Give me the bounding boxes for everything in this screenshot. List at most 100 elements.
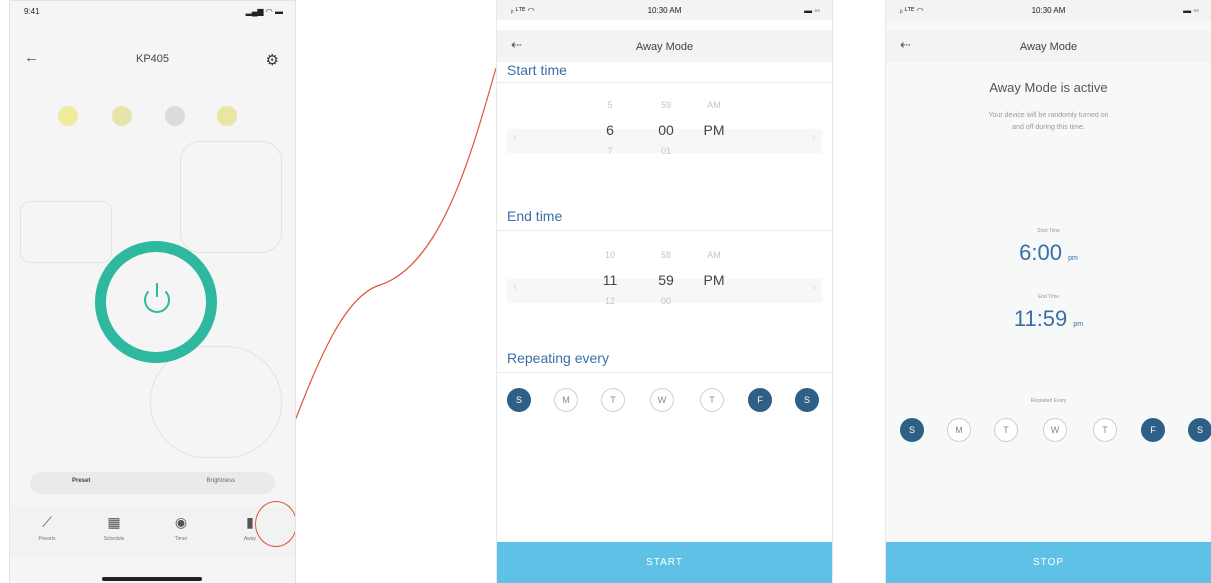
bulb-dot-2[interactable]	[112, 106, 132, 126]
end-time-number: 11:59	[1013, 306, 1068, 331]
bg-decoration	[20, 201, 112, 263]
minute-next: 01	[660, 146, 671, 156]
day-thursday[interactable]: T	[700, 388, 724, 412]
toolbar-label: Timer	[174, 536, 188, 542]
ampm-wheel[interactable]: AM PM	[697, 100, 731, 160]
status-bar: ᵢₗ ᴸᵀᴱ ◠ 10:30 AM ▬ ◦◦	[886, 0, 1211, 20]
status-icons: ▂▄▆ ◠ ▬	[245, 7, 283, 16]
hour-prev: 5	[607, 100, 613, 110]
tab-preset[interactable]: Preset	[72, 478, 90, 484]
chevron-left-icon[interactable]: ‹	[513, 130, 517, 144]
start-time-ampm: pm	[1068, 255, 1078, 262]
chevron-right-icon[interactable]: ›	[812, 280, 816, 294]
day-indicator: S M T W T F S	[886, 418, 1211, 444]
ampm-selected: PM	[703, 272, 725, 288]
timer-icon: ◉	[174, 514, 188, 530]
day-sunday: S	[900, 418, 924, 442]
chevron-left-icon[interactable]: ‹	[513, 280, 517, 294]
stop-button[interactable]: STOP	[886, 542, 1211, 583]
toolbar-label: Presets	[38, 536, 56, 542]
ampm-next	[697, 146, 731, 160]
toolbar-schedule[interactable]: ▦ Schedule	[89, 506, 139, 542]
toolbar-timer[interactable]: ◉ Timer	[156, 506, 206, 542]
day-wednesday: W	[1043, 418, 1067, 442]
bulb-dot-4[interactable]	[217, 106, 237, 126]
divider	[497, 372, 832, 373]
status-time: 10:30 AM	[647, 6, 682, 15]
status-battery: ▬ ◦◦	[1183, 6, 1199, 15]
device-screen: 9:41 ▂▄▆ ◠ ▬ ← KP405 ⚙ Preset Brightness…	[9, 0, 296, 583]
hour-next: 12	[604, 296, 615, 306]
home-indicator	[102, 577, 202, 581]
status-bar: ᵢₗ ᴸᵀᴱ ◠ 10:30 AM ▬ ◦◦	[497, 0, 832, 20]
hour-selected: 6	[606, 122, 614, 138]
gear-icon[interactable]: ⚙	[266, 51, 279, 69]
day-wednesday[interactable]: W	[650, 388, 674, 412]
tab-brightness[interactable]: Brightness	[207, 478, 235, 484]
day-selector: S M T W T F S	[497, 388, 832, 414]
day-saturday: S	[1188, 418, 1211, 442]
away-mode-setup-screen: ᵢₗ ᴸᵀᴱ ◠ 10:30 AM ▬ ◦◦ ⇠ Away Mode Start…	[496, 0, 833, 583]
day-tuesday[interactable]: T	[601, 388, 625, 412]
divider	[497, 230, 832, 231]
away-mode-active-screen: ᵢₗ ᴸᵀᴱ ◠ 10:30 AM ▬ ◦◦ ⇠ Away Mode Away …	[885, 0, 1211, 583]
ampm-next	[697, 296, 731, 310]
bottom-toolbar: ⟋ Presets ▦ Schedule ◉ Timer ▮ Away	[10, 506, 295, 556]
status-time: 10:30 AM	[1031, 6, 1066, 15]
end-time-ampm: pm	[1073, 321, 1084, 328]
page-title: Away Mode	[1019, 41, 1078, 53]
minute-wheel[interactable]: 58 59 00	[649, 250, 683, 310]
start-time-picker[interactable]: ‹ 5 6 7 59 00 01 AM PM ›	[497, 100, 832, 184]
status-description-line: Your device will be randomly turned on	[988, 112, 1109, 119]
minute-prev: 59	[660, 100, 671, 110]
away-highlight-circle	[255, 501, 295, 547]
bg-decoration	[180, 141, 282, 253]
day-monday[interactable]: M	[554, 388, 578, 412]
day-friday[interactable]: F	[748, 388, 772, 412]
toolbar-label: Schedule	[103, 536, 125, 542]
minute-next: 00	[660, 296, 671, 306]
day-saturday[interactable]: S	[795, 388, 819, 412]
ampm-prev: AM	[707, 250, 721, 260]
day-sunday[interactable]: S	[507, 388, 531, 412]
ampm-selected: PM	[703, 122, 725, 138]
status-heading: Away Mode is active	[989, 80, 1108, 95]
hour-prev: 10	[604, 250, 615, 260]
mode-switch: Preset Brightness	[30, 472, 275, 494]
ampm-wheel[interactable]: AM PM	[697, 250, 731, 310]
divider	[497, 82, 832, 83]
start-time-number: 6:00	[1019, 240, 1062, 265]
toolbar-presets[interactable]: ⟋ Presets	[22, 506, 72, 542]
end-time-picker[interactable]: ‹ 10 11 12 58 59 00 AM PM ›	[497, 250, 832, 334]
bulb-dot-1[interactable]	[58, 106, 78, 126]
day-friday: F	[1141, 418, 1165, 442]
power-button[interactable]	[95, 241, 217, 363]
start-button[interactable]: START	[497, 542, 832, 583]
nav-bar: ⇠ Away Mode	[497, 30, 832, 62]
minute-selected: 59	[658, 272, 674, 288]
pencil-icon: ⟋	[42, 514, 52, 530]
status-description: Your device will be randomly turned on a…	[886, 110, 1211, 134]
end-time-caption: End Time	[1037, 294, 1060, 300]
minute-selected: 00	[658, 122, 674, 138]
day-thursday: T	[1093, 418, 1117, 442]
day-monday: M	[947, 418, 971, 442]
hour-wheel[interactable]: 5 6 7	[593, 100, 627, 160]
calendar-icon: ▦	[107, 514, 121, 530]
ampm-prev: AM	[707, 100, 721, 110]
bg-decoration	[150, 346, 282, 458]
start-time-value: 6:00 pm	[886, 240, 1211, 266]
bulb-dot-3[interactable]	[165, 106, 185, 126]
day-tuesday: T	[994, 418, 1018, 442]
minute-wheel[interactable]: 59 00 01	[649, 100, 683, 160]
page-title: Away Mode	[635, 41, 694, 53]
power-icon-bar	[156, 283, 158, 297]
end-time-value: 11:59 pm	[886, 306, 1211, 332]
nav-bar: ← KP405 ⚙	[10, 43, 295, 73]
chevron-right-icon[interactable]: ›	[812, 130, 816, 144]
start-time-label: Start time	[507, 62, 567, 78]
hour-selected: 11	[602, 272, 618, 288]
hour-wheel[interactable]: 10 11 12	[593, 250, 627, 310]
status-time: 9:41	[24, 7, 40, 16]
page-title: KP405	[135, 53, 170, 65]
